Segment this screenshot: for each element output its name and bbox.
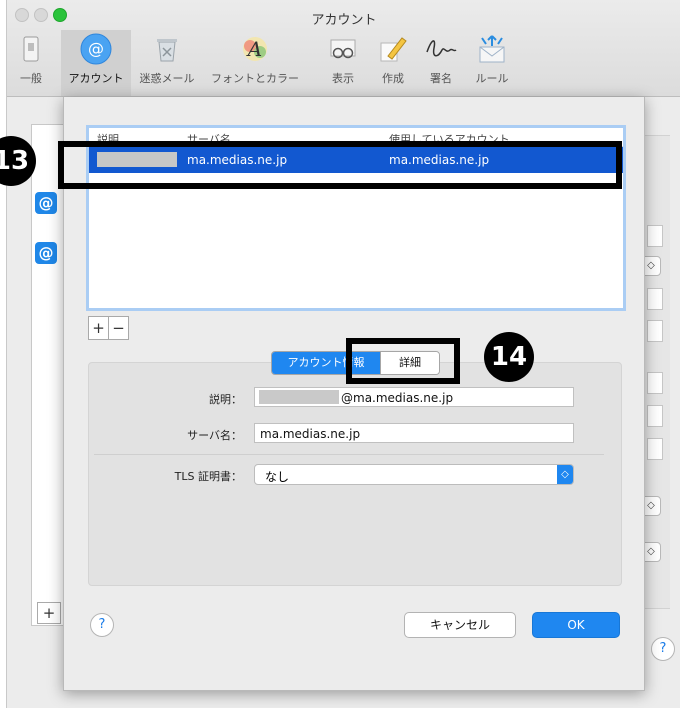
server-name-value: ma.medias.ne.jp [260, 427, 361, 441]
at-sign-icon: @ [61, 33, 131, 65]
font-color-icon: A [203, 34, 307, 64]
signature-icon [419, 34, 463, 64]
background-field [647, 405, 663, 427]
glasses-icon [323, 34, 363, 64]
add-server-button[interactable]: + [89, 317, 109, 339]
svg-text:@: @ [88, 39, 104, 58]
toolbar-fonts[interactable]: A フォントとカラー [203, 34, 307, 96]
preferences-window: アカウント 一般 @ アカウント 迷惑メール A フォントとカラー 表示 作成 … [6, 0, 680, 708]
background-field [647, 438, 663, 460]
titlebar: アカウント 一般 @ アカウント 迷惑メール A フォントとカラー 表示 作成 … [7, 0, 680, 97]
tls-certificate-label: TLS 証明書： [174, 470, 242, 483]
toolbar-general[interactable]: 一般 [11, 34, 51, 96]
ok-button[interactable]: OK [532, 612, 620, 638]
tls-certificate-select[interactable]: なし ◇ [254, 464, 574, 485]
background-add-account-button[interactable]: + [37, 602, 61, 624]
switch-icon [11, 34, 51, 64]
toolbar-junk[interactable]: 迷惑メール [135, 34, 199, 96]
server-name-field[interactable]: ma.medias.ne.jp [254, 423, 574, 443]
cancel-button[interactable]: キャンセル [404, 612, 516, 638]
svg-text:A: A [246, 37, 262, 61]
divider [94, 454, 604, 455]
remove-server-button[interactable]: − [109, 317, 128, 339]
callout-frame-14 [346, 338, 460, 384]
description-field[interactable]: @ma.medias.ne.jp [254, 387, 574, 407]
toolbar-signatures[interactable]: 署名 [419, 34, 463, 96]
description-value: @ma.medias.ne.jp [341, 391, 454, 405]
rules-envelope-icon [467, 34, 517, 64]
redacted-text [259, 390, 339, 404]
account-icon[interactable]: @ [35, 242, 57, 264]
help-button[interactable]: ? [90, 613, 114, 637]
pencil-icon [373, 34, 413, 64]
account-icon[interactable]: @ [35, 192, 57, 214]
description-label: 説明： [209, 393, 242, 406]
callout-badge-14: 14 [484, 332, 534, 382]
background-field [647, 372, 663, 394]
toolbar-accounts[interactable]: @ アカウント [61, 30, 131, 96]
add-remove-control: + − [88, 316, 129, 340]
toolbar-compose[interactable]: 作成 [373, 34, 413, 96]
trash-icon [135, 34, 199, 64]
toolbar-rules[interactable]: ルール [467, 34, 517, 96]
tls-certificate-value: なし [265, 470, 290, 484]
window-title: アカウント [311, 13, 377, 28]
server-name-label: サーバ名： [187, 429, 242, 442]
background-field [647, 320, 663, 342]
toolbar-view[interactable]: 表示 [323, 34, 363, 96]
callout-frame-13 [58, 141, 622, 189]
chevron-up-down-icon: ◇ [557, 465, 573, 484]
background-help-button[interactable]: ? [651, 637, 675, 661]
background-field [647, 225, 663, 247]
background-field [647, 288, 663, 310]
